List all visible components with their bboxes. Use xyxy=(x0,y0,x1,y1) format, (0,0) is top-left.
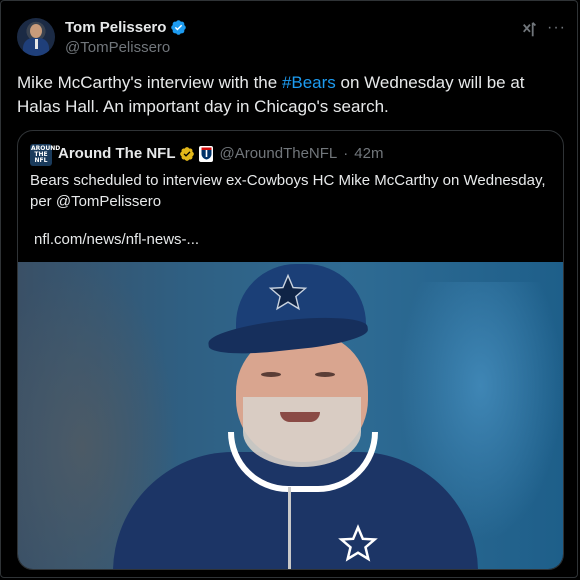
avatar-tie xyxy=(35,39,38,49)
grok-icon[interactable] xyxy=(521,21,539,39)
post-card: Tom Pelissero @TomPelissero ··· Mike McC… xyxy=(0,0,578,578)
photo-zipper xyxy=(288,487,291,569)
author-avatar[interactable] xyxy=(17,18,55,56)
post-text-before: Mike McCarthy's interview with the xyxy=(17,73,282,92)
hashtag-link[interactable]: #Bears xyxy=(282,73,336,92)
cowboys-star-icon xyxy=(338,524,378,562)
quote-media-image[interactable] xyxy=(18,262,563,569)
nfl-shield-icon xyxy=(199,145,214,162)
quote-link[interactable]: nfl.com/news/nfl-news-... xyxy=(34,231,199,248)
post-text: Mike McCarthy's interview with the #Bear… xyxy=(17,71,562,119)
cap-star-icon xyxy=(268,273,308,311)
quote-time[interactable]: 42m xyxy=(354,145,383,162)
author-name-row: Tom Pelissero xyxy=(65,19,187,36)
quote-separator: · xyxy=(343,145,349,162)
more-options-icon[interactable]: ··· xyxy=(547,19,566,37)
quote-header: Around The NFL @AroundTheNFL · 42m xyxy=(58,145,383,162)
quote-avatar-text: AROUND THE NFL xyxy=(31,145,61,164)
quote-author-handle[interactable]: @AroundTheNFL xyxy=(219,145,337,162)
photo-eye-left xyxy=(261,372,281,377)
gold-verified-icon xyxy=(180,146,195,161)
photo-beard xyxy=(243,397,361,467)
verified-badge-icon xyxy=(171,20,187,35)
author-name[interactable]: Tom Pelissero xyxy=(65,19,166,36)
quote-author-avatar[interactable]: AROUND THE NFL xyxy=(30,144,61,166)
author-handle[interactable]: @TomPelissero xyxy=(65,39,170,56)
photo-mouth xyxy=(280,412,320,422)
quote-author-name[interactable]: Around The NFL xyxy=(58,145,175,162)
quoted-post[interactable]: AROUND THE NFL Around The NFL @AroundThe… xyxy=(17,130,564,570)
quote-text: Bears scheduled to interview ex-Cowboys … xyxy=(30,172,546,210)
avatar-face xyxy=(30,24,42,38)
photo-eye-right xyxy=(315,372,335,377)
